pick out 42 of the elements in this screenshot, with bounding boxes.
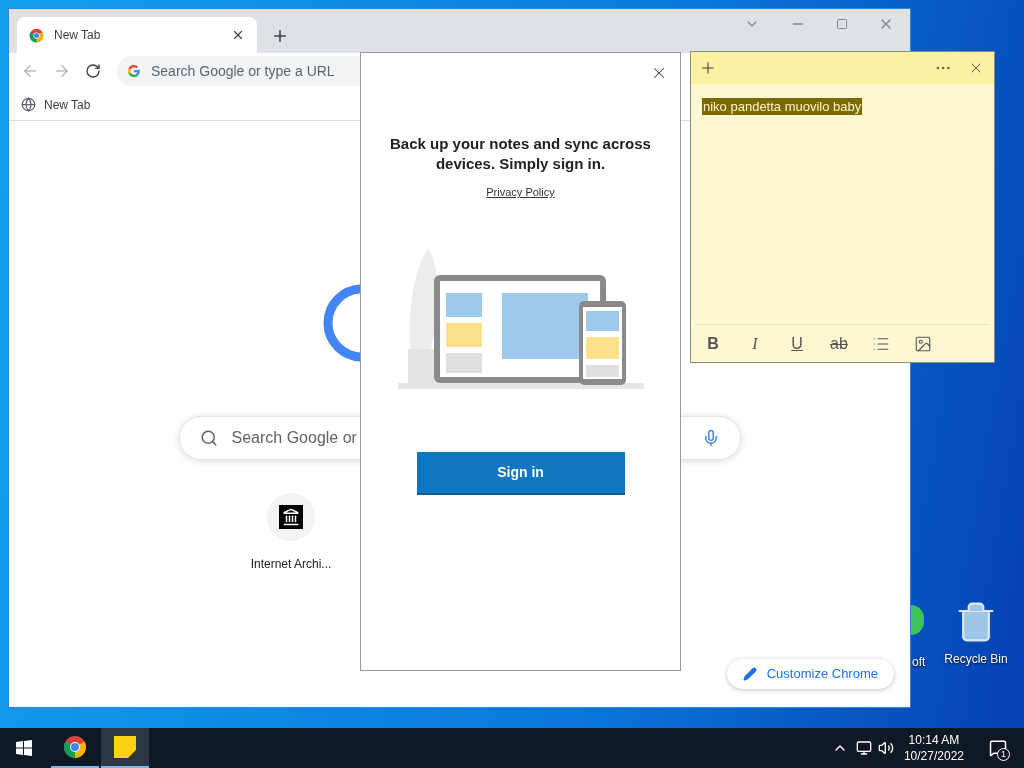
bookmark-link[interactable]: New Tab (44, 95, 91, 114)
logo-icon (323, 284, 360, 362)
clock-time[interactable]: 10:14 AM (908, 732, 960, 748)
image-icon (914, 334, 932, 353)
tab-favicon-icon (29, 27, 44, 43)
pencil-icon (742, 667, 757, 681)
close-icon[interactable] (231, 28, 245, 42)
search-input[interactable]: Search Google or (231, 426, 688, 450)
new-tab-icon[interactable] (271, 27, 289, 45)
shortcut-tile[interactable] (267, 493, 315, 541)
tab-title: New Tab (54, 27, 102, 44)
desktop-icon-label[interactable]: Recycle Bin (944, 650, 1008, 668)
notifications-button[interactable]: 1 (978, 728, 1018, 768)
new-note-icon[interactable] (699, 59, 717, 77)
windows-icon (16, 740, 32, 756)
customize-button[interactable]: Customize Chrome (726, 659, 894, 689)
privacy-link[interactable]: Privacy Policy (486, 184, 555, 201)
sticky-note-icon (114, 736, 136, 758)
shortcut-label[interactable]: Internet Archi... (250, 555, 332, 573)
search-icon (199, 429, 218, 447)
address-input[interactable]: Search Google or type a URL (151, 60, 677, 82)
reload-icon[interactable] (85, 63, 101, 79)
italic-button[interactable]: I (741, 329, 769, 358)
bold-button[interactable]: B (699, 329, 727, 358)
volume-icon[interactable] (877, 740, 894, 756)
globe-icon (21, 97, 36, 112)
maximize-icon[interactable] (836, 18, 848, 30)
google-icon (127, 64, 141, 78)
notifications-icon (989, 739, 1007, 757)
sign-in-message: Back up your notes and sync across devices. Simply sign in. (389, 134, 652, 174)
note-text[interactable]: niko pandetta muovilo baby (702, 98, 863, 115)
clock-date[interactable]: 10/27/2022 (903, 748, 964, 764)
network-icon[interactable] (855, 740, 872, 756)
museum-icon (279, 505, 303, 529)
browser-tab[interactable]: New Tab (17, 17, 257, 53)
notification-count: 1 (997, 748, 1010, 761)
sign-in-button[interactable]: Sign in (416, 451, 625, 495)
desktop-icon-label[interactable]: oft (912, 653, 926, 671)
chrome-icon (63, 735, 87, 759)
taskbar-app-button[interactable] (101, 728, 149, 768)
underline-button[interactable]: U (783, 329, 811, 358)
strikethrough-button[interactable]: ab (825, 329, 853, 358)
